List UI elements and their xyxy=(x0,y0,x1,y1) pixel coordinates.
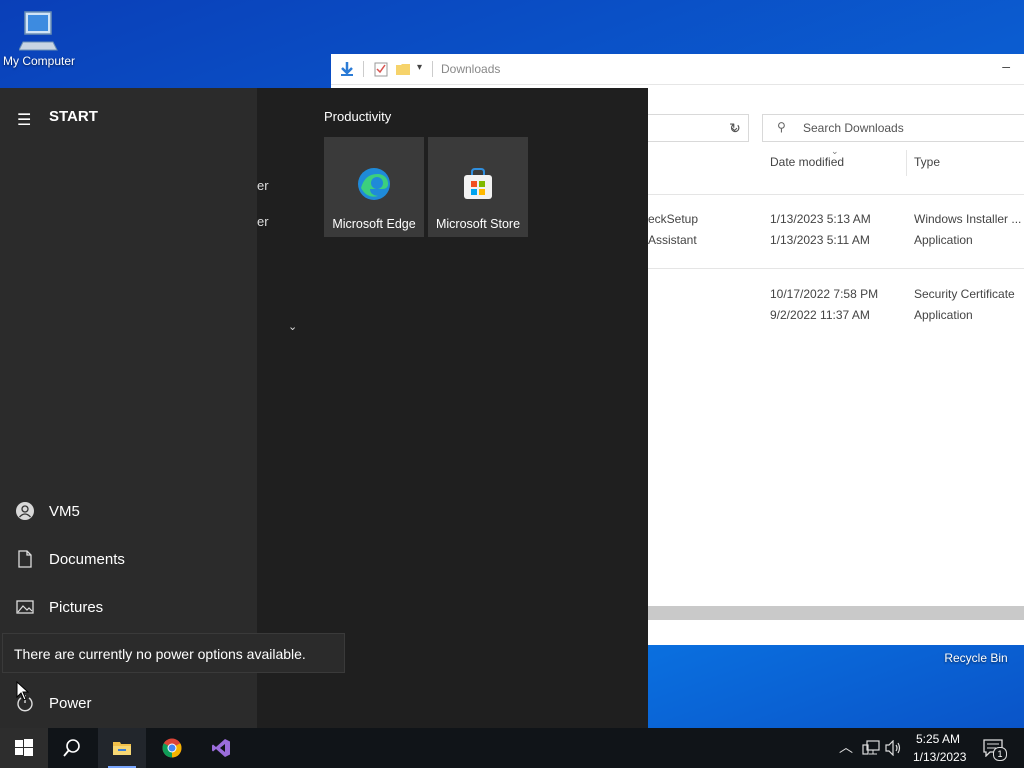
search-placeholder: Search Downloads xyxy=(803,121,904,135)
user-avatar-icon xyxy=(16,502,34,520)
horizontal-scrollbar[interactable] xyxy=(648,606,1024,620)
file-name: eckSetup xyxy=(648,212,699,226)
sidebar-item-label: Documents xyxy=(49,551,125,568)
sidebar-item-documents[interactable]: Documents xyxy=(0,538,257,582)
sidebar-item-pictures[interactable]: Pictures xyxy=(0,586,257,630)
search-input[interactable]: ⚲ Search Downloads xyxy=(762,114,1024,142)
chevron-down-icon[interactable]: ⌄ xyxy=(288,320,297,333)
group-divider xyxy=(648,194,1024,195)
tile-microsoft-store[interactable]: Microsoft Store xyxy=(428,137,528,237)
refresh-button[interactable]: ↻ xyxy=(722,115,748,141)
tile-group-label: Productivity xyxy=(324,109,392,124)
file-date: 1/13/2023 5:11 AM xyxy=(770,233,870,247)
desktop-icon-recycle-bin[interactable]: Recycle Bin xyxy=(936,651,1016,665)
toolbar-separator xyxy=(363,61,364,77)
hamburger-menu-icon[interactable]: ☰ xyxy=(17,110,31,130)
taskbar-chrome[interactable] xyxy=(148,728,196,768)
picture-icon xyxy=(16,600,34,614)
clock-date[interactable]: 1/13/2023 xyxy=(913,750,966,764)
file-name: Assistant xyxy=(648,233,697,247)
group-divider xyxy=(648,268,1024,269)
notification-count-badge: 1 xyxy=(993,747,1007,761)
file-date: 10/17/2022 7:58 PM xyxy=(770,287,879,301)
toolbar-separator xyxy=(432,61,433,77)
document-icon xyxy=(18,550,32,568)
taskbar-file-explorer[interactable] xyxy=(98,728,146,768)
column-header-date-modified[interactable]: Date modified xyxy=(770,155,844,169)
download-arrow-icon[interactable] xyxy=(339,61,355,77)
mouse-cursor-icon xyxy=(16,681,30,701)
taskbar-search-button[interactable] xyxy=(48,728,96,768)
file-date: 9/2/2022 11:37 AM xyxy=(770,308,870,322)
search-icon: ⚲ xyxy=(777,120,786,134)
network-icon[interactable] xyxy=(862,740,880,756)
desktop-icon-label: Recycle Bin xyxy=(944,651,1008,665)
volume-icon[interactable] xyxy=(885,740,903,756)
properties-icon[interactable] xyxy=(373,61,389,77)
desktop-icon-label: My Computer xyxy=(2,54,76,68)
status-bar xyxy=(648,620,1024,645)
chrome-icon xyxy=(162,738,182,758)
tile-label: Microsoft Store xyxy=(435,217,521,231)
minimize-button[interactable]: – xyxy=(1002,58,1010,74)
windows-start-icon xyxy=(15,739,33,756)
app-list-item[interactable]: er xyxy=(257,214,269,229)
quick-access-toolbar: ▾ Downloads – xyxy=(331,54,1024,85)
taskbar: ︿ 5:25 AM 1/13/2023 1 xyxy=(0,728,1024,768)
customize-toolbar-dropdown-icon[interactable]: ▾ xyxy=(417,62,422,73)
file-type: Application xyxy=(914,308,973,322)
visual-studio-icon xyxy=(212,739,230,757)
power-tooltip: There are currently no power options ava… xyxy=(2,633,345,673)
store-icon xyxy=(464,168,492,199)
file-type: Security Certificate xyxy=(914,287,1015,301)
sidebar-item-label: Pictures xyxy=(49,599,104,616)
tile-label: Microsoft Edge xyxy=(332,217,416,231)
tile-microsoft-edge[interactable]: Microsoft Edge xyxy=(324,137,424,237)
computer-icon xyxy=(19,11,58,51)
sidebar-item-user[interactable]: VM5 xyxy=(0,490,257,534)
start-title: START xyxy=(49,108,98,125)
window-title: Downloads xyxy=(441,62,501,76)
start-sidebar: ☰ START VM5 Documents Pictures Power xyxy=(0,88,257,728)
tooltip-text: There are currently no power options ava… xyxy=(14,646,306,662)
file-explorer-icon xyxy=(113,742,131,755)
new-folder-icon[interactable] xyxy=(395,61,411,77)
clock-time[interactable]: 5:25 AM xyxy=(916,732,960,746)
show-hidden-icons-chevron-icon[interactable]: ︿ xyxy=(839,737,853,757)
taskbar-visual-studio[interactable] xyxy=(197,728,245,768)
column-divider[interactable] xyxy=(906,150,907,176)
start-button[interactable] xyxy=(0,728,48,768)
sidebar-item-label: VM5 xyxy=(49,503,80,520)
start-menu[interactable]: ☰ START VM5 Documents Pictures Power er … xyxy=(0,88,648,728)
edge-icon xyxy=(358,168,390,200)
file-type: Application xyxy=(914,233,973,247)
sidebar-item-label: Power xyxy=(49,695,92,712)
file-type: Windows Installer ... xyxy=(914,212,1022,226)
file-date: 1/13/2023 5:13 AM xyxy=(770,212,871,226)
app-list-item[interactable]: er xyxy=(257,178,269,193)
column-header-type[interactable]: Type xyxy=(914,155,940,169)
search-icon xyxy=(63,739,80,757)
desktop-icon-my-computer[interactable]: My Computer xyxy=(0,8,78,68)
sidebar-item-power[interactable]: Power xyxy=(0,682,257,726)
action-center-button[interactable]: 1 xyxy=(980,736,1007,762)
